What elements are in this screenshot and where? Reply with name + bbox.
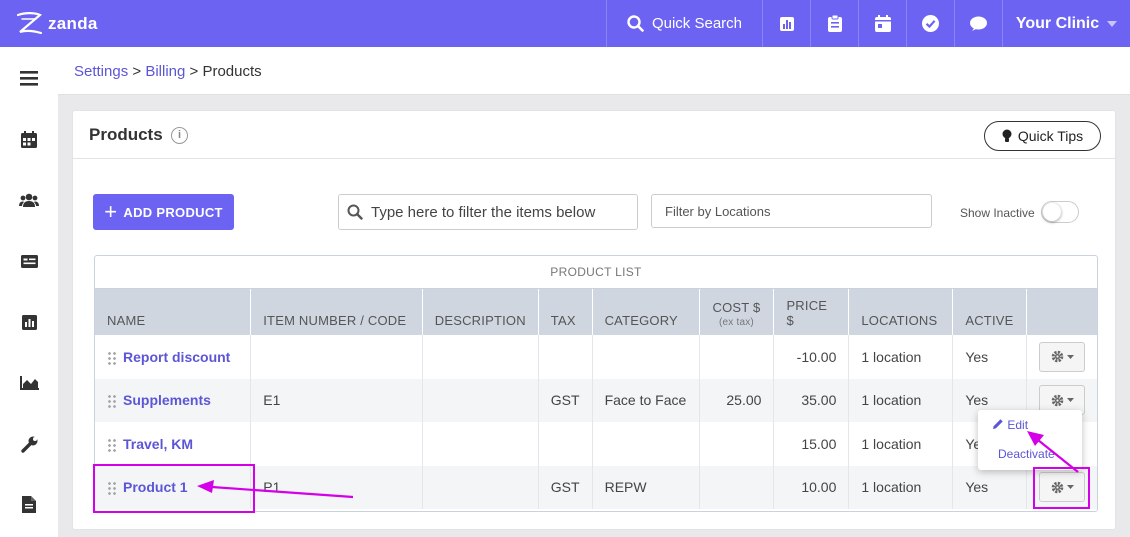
arrow-to-product [211, 485, 354, 499]
arrow-to-edit [1037, 439, 1079, 473]
arrowhead-product [197, 480, 214, 493]
annotation-arrows [197, 431, 1079, 499]
